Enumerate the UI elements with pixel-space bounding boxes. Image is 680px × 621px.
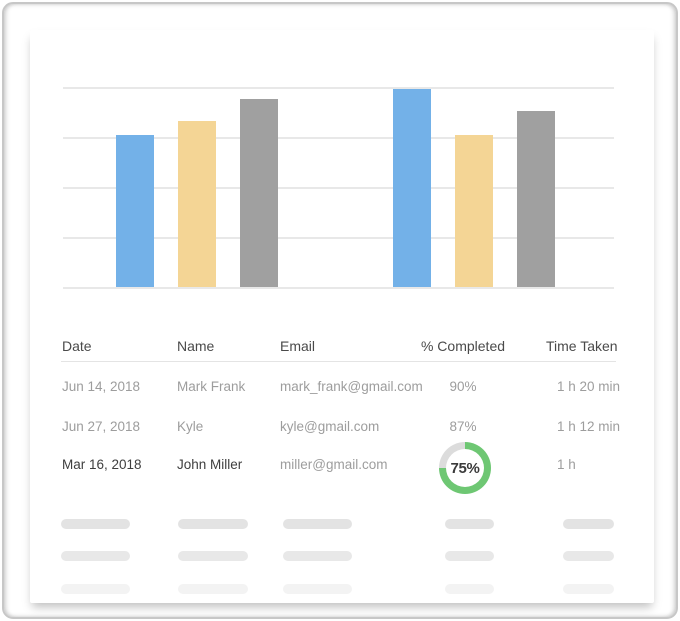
skeleton-bar <box>61 551 130 561</box>
cell-date: Mar 16, 2018 <box>62 455 142 475</box>
bar-group-group-2 <box>393 89 555 287</box>
skeleton-bar <box>563 519 614 529</box>
cell-date: Jun 14, 2018 <box>62 377 140 397</box>
header-divider <box>61 361 616 362</box>
column-header-date: Date <box>62 338 92 354</box>
table-row[interactable]: Jun 27, 2018 Kyle kyle@gmail.com 87% 1 h… <box>61 417 616 437</box>
bar-blue[interactable] <box>116 135 154 287</box>
window-frame: Date Name Email % Completed Time Taken J… <box>2 2 678 619</box>
cell-date: Jun 27, 2018 <box>62 417 140 437</box>
dashboard-card: Date Name Email % Completed Time Taken J… <box>30 30 654 603</box>
progress-ring: 75% <box>439 442 491 494</box>
column-header-pct-completed: % Completed <box>404 338 522 354</box>
cell-name: Mark Frank <box>177 377 245 397</box>
skeleton-bar <box>283 519 352 529</box>
bar-yellow[interactable] <box>455 135 493 287</box>
bar-blue[interactable] <box>393 89 431 287</box>
skeleton-bar <box>563 551 614 561</box>
skeleton-bar <box>178 551 248 561</box>
cell-email: kyle@gmail.com <box>280 417 379 437</box>
skeleton-bar <box>445 519 494 529</box>
bar-yellow[interactable] <box>178 121 216 287</box>
skeleton-bar <box>61 584 130 594</box>
column-header-name: Name <box>177 338 214 354</box>
progress-ring-label: 75% <box>446 449 484 487</box>
cell-pct-completed: 87% <box>404 417 522 437</box>
cell-name: Kyle <box>177 417 203 437</box>
bar-chart <box>63 88 614 288</box>
table-row[interactable]: Jun 14, 2018 Mark Frank mark_frank@gmail… <box>61 377 616 397</box>
skeleton-bar <box>563 584 614 594</box>
bar-gray[interactable] <box>517 111 555 287</box>
cell-email: miller@gmail.com <box>280 455 387 475</box>
skeleton-bar <box>61 519 130 529</box>
cell-time-taken: 1 h <box>557 455 576 475</box>
skeleton-bar <box>283 584 352 594</box>
cell-name: John Miller <box>177 455 242 475</box>
bar-gray[interactable] <box>240 99 278 287</box>
skeleton-bar <box>283 551 352 561</box>
column-header-email: Email <box>280 338 315 354</box>
skeleton-bar <box>445 551 494 561</box>
chart-gridline <box>63 287 614 289</box>
skeleton-bar <box>178 519 248 529</box>
bar-group-group-1 <box>116 99 278 287</box>
cell-time-taken: 1 h 12 min <box>557 417 620 437</box>
column-header-time-taken: Time Taken <box>546 338 618 354</box>
cell-email: mark_frank@gmail.com <box>280 377 423 397</box>
cell-time-taken: 1 h 20 min <box>557 377 620 397</box>
table-row[interactable]: Mar 16, 2018 John Miller miller@gmail.co… <box>61 455 616 475</box>
cell-pct-completed: 90% <box>404 377 522 397</box>
skeleton-bar <box>178 584 248 594</box>
skeleton-bar <box>445 584 494 594</box>
table-header-row: Date Name Email % Completed Time Taken <box>61 338 616 356</box>
